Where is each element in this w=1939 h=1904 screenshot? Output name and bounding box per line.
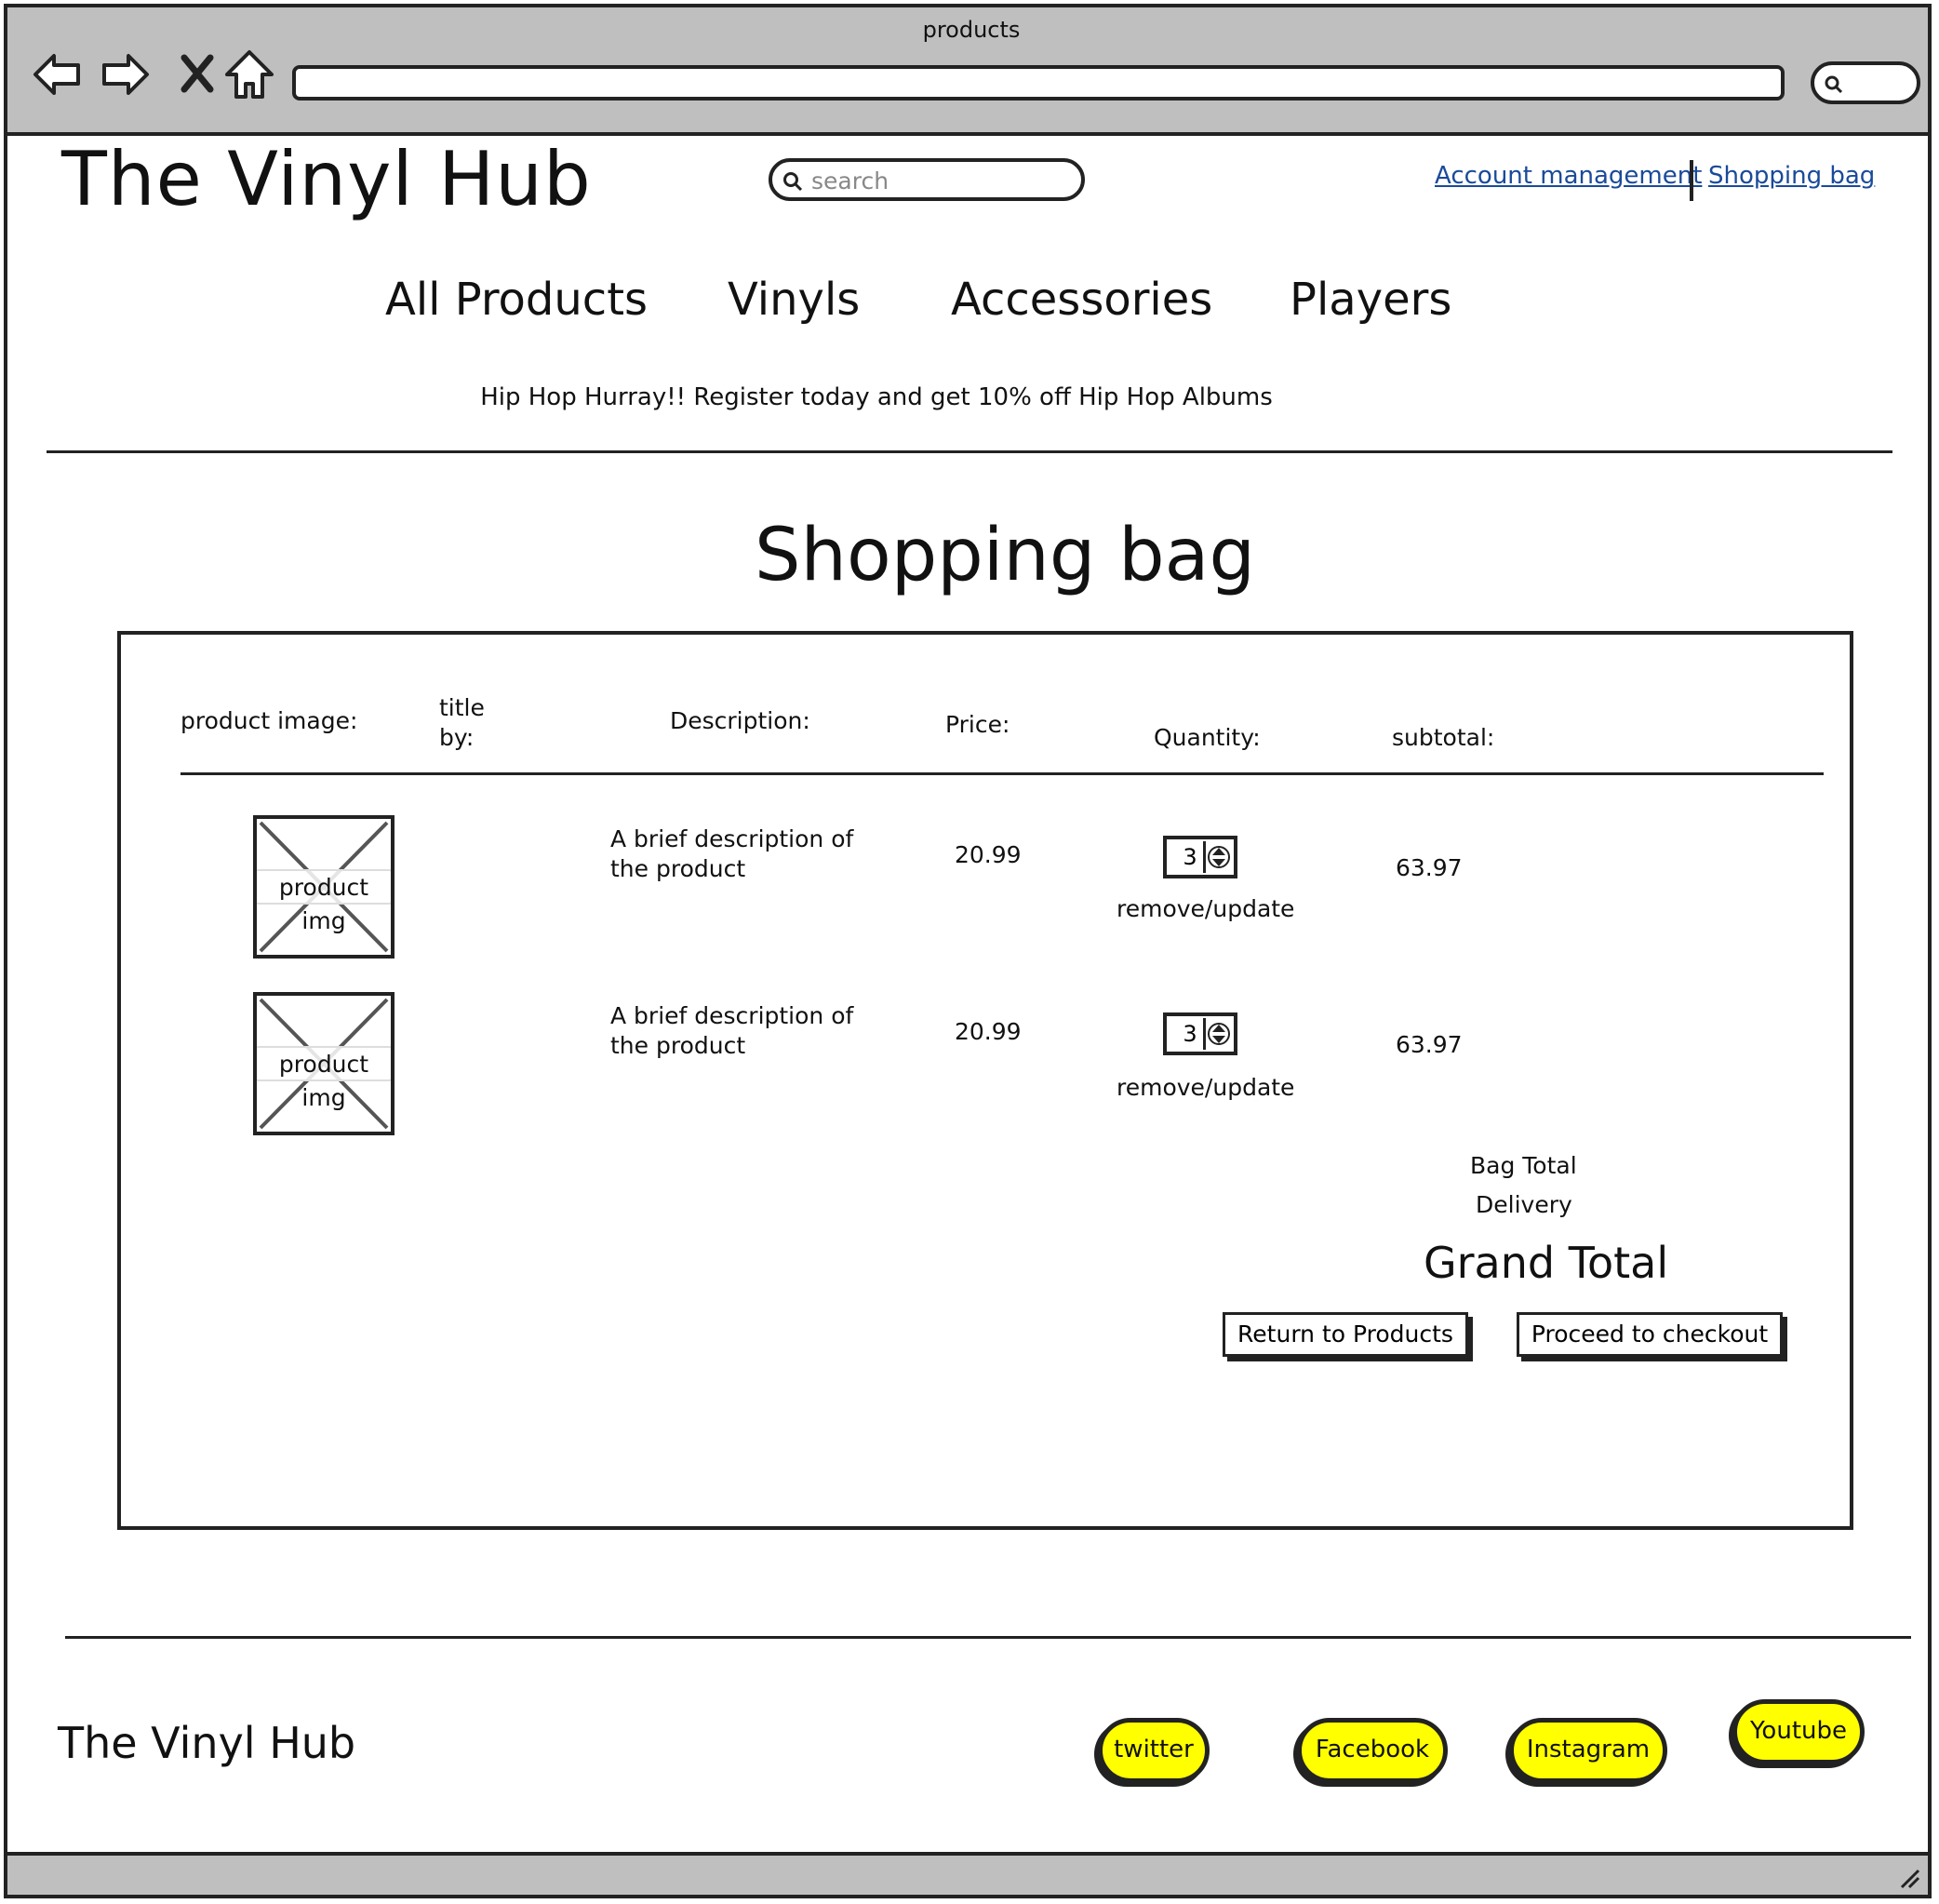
search-icon <box>1825 75 1843 94</box>
facebook-button[interactable]: Facebook <box>1297 1718 1448 1783</box>
column-header-by: by: <box>439 724 475 751</box>
product-image-placeholder: product img <box>253 815 394 959</box>
column-header-description: Description: <box>670 707 810 734</box>
remove-update-link[interactable]: remove/update <box>1117 1074 1294 1101</box>
stop-icon[interactable] <box>171 48 223 101</box>
stepper-arrows-icon[interactable] <box>1203 1018 1232 1050</box>
quantity-input[interactable] <box>1174 1018 1206 1050</box>
delivery-label: Delivery <box>1476 1191 1572 1218</box>
product-image-placeholder: product img <box>253 992 394 1135</box>
home-icon[interactable] <box>223 48 275 101</box>
link-separator <box>1690 160 1693 201</box>
nav-accessories[interactable]: Accessories <box>951 274 1212 326</box>
column-header-title: title <box>439 694 485 721</box>
forward-icon[interactable] <box>99 48 151 101</box>
nav-players[interactable]: Players <box>1290 274 1451 326</box>
bag-total-label: Bag Total <box>1470 1152 1577 1179</box>
back-icon[interactable] <box>32 48 84 101</box>
browser-status-bar <box>4 1852 1932 1898</box>
shopping-bag-link[interactable]: Shopping bag <box>1708 162 1875 190</box>
search-input[interactable] <box>809 166 1074 195</box>
product-description: A brief description of the product <box>610 1002 854 1059</box>
product-price: 20.99 <box>955 841 1022 868</box>
product-image-label: product img <box>257 869 391 934</box>
column-header-price: Price: <box>945 711 1010 738</box>
stepper-arrows-icon[interactable] <box>1203 841 1232 873</box>
footer-divider <box>65 1636 1911 1639</box>
quantity-input[interactable] <box>1174 841 1206 873</box>
site-logo[interactable]: The Vinyl Hub <box>61 136 592 222</box>
table-header-divider <box>181 772 1824 775</box>
twitter-button[interactable]: twitter <box>1098 1718 1210 1783</box>
instagram-button[interactable]: Instagram <box>1509 1718 1667 1783</box>
header-divider <box>47 450 1892 453</box>
column-header-subtotal: subtotal: <box>1392 724 1495 751</box>
window-title: products <box>922 17 1021 43</box>
search-icon <box>783 172 803 192</box>
row-subtotal: 63.97 <box>1396 1031 1463 1058</box>
url-bar[interactable] <box>292 65 1785 101</box>
youtube-button[interactable]: Youtube <box>1732 1699 1865 1764</box>
remove-update-link[interactable]: remove/update <box>1117 895 1294 922</box>
page-title: Shopping bag <box>755 514 1255 597</box>
row-subtotal: 63.97 <box>1396 854 1463 881</box>
nav-all-products[interactable]: All Products <box>385 274 648 326</box>
product-price: 20.99 <box>955 1018 1022 1045</box>
footer-logo[interactable]: The Vinyl Hub <box>58 1718 355 1768</box>
nav-vinyls[interactable]: Vinyls <box>728 274 860 326</box>
site-search[interactable] <box>769 158 1085 201</box>
promo-banner: Hip Hop Hurray!! Register today and get … <box>480 383 1273 411</box>
column-header-quantity: Quantity: <box>1154 724 1261 751</box>
browser-search-field[interactable] <box>1811 61 1920 104</box>
column-header-image: product image: <box>181 707 358 734</box>
quantity-stepper[interactable] <box>1163 1012 1237 1055</box>
product-description: A brief description of the product <box>610 825 854 882</box>
proceed-to-checkout-button[interactable]: Proceed to checkout <box>1517 1312 1783 1357</box>
grand-total-label: Grand Total <box>1424 1238 1669 1288</box>
product-image-label: product img <box>257 1046 391 1111</box>
quantity-stepper[interactable] <box>1163 836 1237 878</box>
browser-toolbar: products <box>4 4 1932 136</box>
resize-grip-icon[interactable] <box>1896 1865 1922 1891</box>
account-management-link[interactable]: Account management <box>1435 162 1702 190</box>
return-to-products-button[interactable]: Return to Products <box>1223 1312 1468 1357</box>
